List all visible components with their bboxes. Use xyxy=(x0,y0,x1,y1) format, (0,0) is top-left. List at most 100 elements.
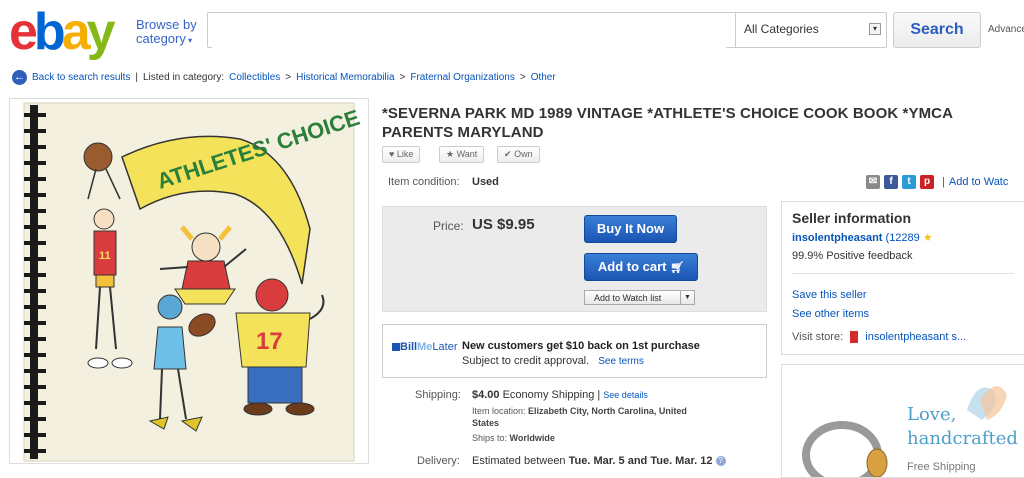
add-to-watch-label: Add to Watch list xyxy=(594,293,662,303)
ebay-logo[interactable]: ebay xyxy=(9,3,116,61)
back-arrow-icon[interactable]: ← xyxy=(12,70,27,85)
breadcrumb-divider: | xyxy=(135,72,138,83)
condition-label: Item condition: xyxy=(388,176,460,188)
bml-brand-bill: Bill xyxy=(400,341,418,353)
bml-brand-me: Me xyxy=(417,341,433,353)
category-select-value: All Categories xyxy=(744,22,819,36)
advanced-search-link[interactable]: Advance xyxy=(988,24,1024,35)
category-select[interactable]: All Categories ▾ xyxy=(735,13,887,47)
checkmark-icon: ✔ xyxy=(504,149,512,159)
item-location-value: Elizabeth City, North Carolina, United xyxy=(528,406,687,416)
share-icons: ✉ f t p | Add to Watc xyxy=(866,175,1008,189)
bml-sub-text: Subject to credit approval. xyxy=(462,355,590,367)
condition-value: Used xyxy=(472,176,499,188)
chevron-down-icon: ▾ xyxy=(185,36,193,45)
bill-me-later-logo[interactable]: BillMeLater xyxy=(392,341,457,353)
breadcrumb-sep: > xyxy=(399,72,406,83)
product-image[interactable]: ATHLETES' CHOICE 11 17 xyxy=(9,98,369,464)
browse-by-category[interactable]: Browse by category ▾ xyxy=(136,18,197,48)
chevron-down-icon[interactable]: ▼ xyxy=(680,291,694,304)
seller-name-link[interactable]: insolentpheasant xyxy=(792,232,882,244)
seller-name-row: insolentpheasant (12289 ★ xyxy=(792,231,933,244)
delivery-pre: Estimated between xyxy=(472,455,566,467)
bml-headline: New customers get $10 back on 1st purcha… xyxy=(462,340,700,352)
ad-line2: handcrafted xyxy=(907,428,1018,449)
small-jersey-number: 11 xyxy=(99,250,111,262)
star-rating-icon: ★ xyxy=(922,232,933,244)
help-icon[interactable]: ? xyxy=(715,456,726,467)
price-label: Price: xyxy=(433,219,464,233)
item-location-label: Item location: xyxy=(472,406,526,416)
breadcrumb-sep: > xyxy=(519,72,526,83)
like-button[interactable]: ♥ Like xyxy=(382,146,421,163)
delivery-value: Estimated between Tue. Mar. 5 and Tue. M… xyxy=(472,455,726,467)
breadcrumb-item-historical[interactable]: Historical Memorabilia xyxy=(296,72,394,83)
own-button[interactable]: ✔ Own xyxy=(497,146,540,163)
shipping-label: Shipping: xyxy=(415,389,461,401)
see-details-link[interactable]: See details xyxy=(603,390,648,400)
breadcrumb-item-collectibles[interactable]: Collectibles xyxy=(229,72,280,83)
pinterest-icon[interactable]: p xyxy=(920,175,934,189)
add-to-watch-list-button[interactable]: Add to Watch list ▼ xyxy=(584,290,695,305)
dropdown-arrow-icon: ▾ xyxy=(869,23,881,35)
add-to-watch-top-link[interactable]: Add to Watc xyxy=(949,176,1009,188)
positive-feedback: 99.9% Positive feedback xyxy=(792,250,913,262)
logo-letter-b: b xyxy=(33,3,66,61)
cookbook-cover-illustration: ATHLETES' CHOICE 11 17 xyxy=(23,102,363,462)
ad-line1: Love, xyxy=(907,404,957,425)
visit-store-label: Visit store: xyxy=(792,331,844,343)
star-icon: ★ xyxy=(446,149,455,159)
twitter-icon[interactable]: t xyxy=(902,175,916,189)
save-seller-link[interactable]: Save this seller xyxy=(792,289,867,301)
breadcrumb-item-other[interactable]: Other xyxy=(531,72,556,83)
see-other-items-link[interactable]: See other items xyxy=(792,308,869,320)
jersey-number: 17 xyxy=(256,328,283,355)
breadcrumb-sep: > xyxy=(285,72,292,83)
bml-brand-later: Later xyxy=(432,341,458,353)
facebook-icon[interactable]: f xyxy=(884,175,898,189)
browse-line2: category xyxy=(136,31,186,46)
logo-letter-e: e xyxy=(9,3,38,61)
search-input[interactable] xyxy=(212,14,726,48)
buy-it-now-button[interactable]: Buy It Now xyxy=(584,215,677,243)
item-location-value2: States xyxy=(472,418,500,428)
delivery-range: Tue. Mar. 5 and Tue. Mar. 12 xyxy=(568,455,713,467)
advertisement[interactable]: Love, handcrafted Free Shipping xyxy=(781,364,1024,478)
ad-headline: Love, handcrafted xyxy=(907,403,1018,451)
price-value: US $9.95 xyxy=(472,216,535,233)
visit-store-row: Visit store: insolentpheasant s... xyxy=(792,331,966,344)
ships-to-label: Ships to: xyxy=(472,433,508,443)
logo-letter-y: y xyxy=(86,3,116,61)
back-to-search-link[interactable]: Back to search results xyxy=(32,72,130,83)
store-link[interactable]: insolentpheasant s... xyxy=(865,331,966,343)
seller-feedback-score[interactable]: (12289 xyxy=(886,232,920,244)
email-icon[interactable]: ✉ xyxy=(866,175,880,189)
checkbox-icon xyxy=(392,343,400,352)
browse-line1: Browse by xyxy=(136,17,197,32)
store-icon xyxy=(850,331,859,344)
want-button[interactable]: ★ Want xyxy=(439,146,485,163)
logo-letter-a: a xyxy=(61,3,91,61)
search-button[interactable]: Search xyxy=(893,12,981,48)
want-label: Want xyxy=(456,149,478,159)
divider xyxy=(792,273,1014,274)
shipping-cost: $4.00 xyxy=(472,389,500,401)
own-label: Own xyxy=(514,149,533,159)
heart-icon: ♥ xyxy=(389,149,395,159)
cart-icon: 🛒︎ xyxy=(670,262,685,274)
seller-info-heading: Seller information xyxy=(792,210,912,226)
divider: | xyxy=(942,176,945,188)
breadcrumb-item-fraternal[interactable]: Fraternal Organizations xyxy=(410,72,515,83)
see-terms-link[interactable]: See terms xyxy=(598,356,644,367)
item-location: Item location: Elizabeth City, North Car… xyxy=(472,405,742,429)
ad-free-shipping: Free Shipping xyxy=(907,461,976,473)
item-title: *SEVERNA PARK MD 1989 VINTAGE *ATHLETE'S… xyxy=(382,105,953,141)
add-to-cart-button[interactable]: Add to cart 🛒︎ xyxy=(584,253,698,281)
ships-to: Ships to: Worldwide xyxy=(472,433,555,443)
shipping-method: Economy Shipping | xyxy=(502,389,601,401)
listed-in-label: Listed in category: xyxy=(142,72,225,83)
like-label: Like xyxy=(396,149,414,159)
ships-to-value: Worldwide xyxy=(509,433,555,443)
shipping-value: $4.00 Economy Shipping | See details xyxy=(472,389,648,401)
bml-sub: Subject to credit approval. See terms xyxy=(462,355,644,367)
